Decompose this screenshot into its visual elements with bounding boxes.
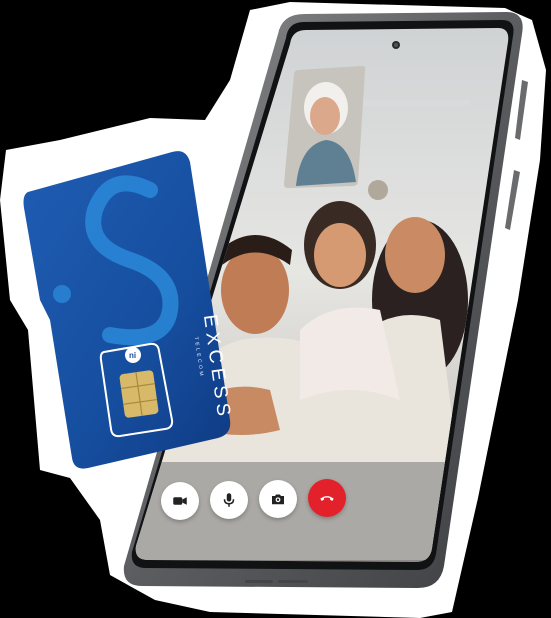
pip-video-inset xyxy=(284,66,366,188)
video-camera-icon xyxy=(173,497,187,505)
end-call-icon xyxy=(320,496,334,501)
microphone-icon xyxy=(223,493,235,507)
call-controls-bar xyxy=(160,478,360,522)
switch-camera-button[interactable] xyxy=(259,480,297,518)
end-call-button[interactable] xyxy=(308,479,346,517)
smartphone xyxy=(123,12,528,588)
hero-image: ni EXCESS TELECOM xyxy=(0,0,551,618)
switch-camera-icon xyxy=(272,494,284,505)
video-toggle-button[interactable] xyxy=(161,482,199,520)
mute-microphone-button[interactable] xyxy=(210,481,248,519)
